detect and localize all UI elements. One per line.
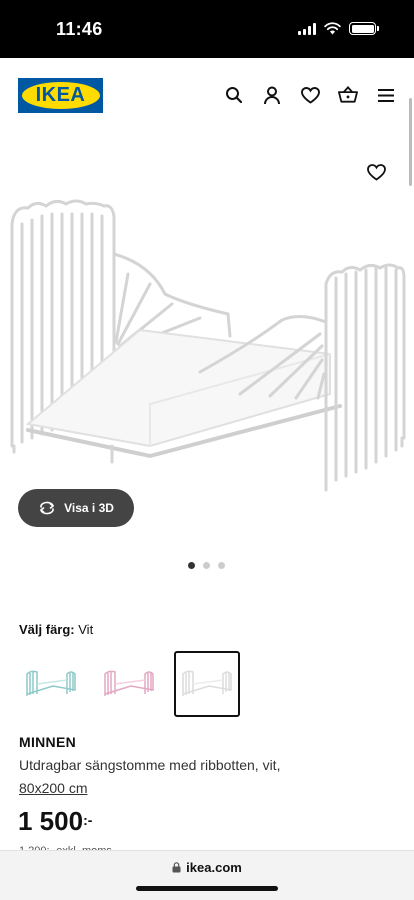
basket-icon[interactable] [338,85,358,105]
view-3d-button[interactable]: Visa i 3D [18,489,134,527]
product-size-link[interactable]: 80x200 cm [19,780,87,796]
lock-icon [172,862,181,873]
product-price: 1 500:- [18,806,92,837]
menu-icon[interactable] [376,85,396,105]
ikea-logo[interactable]: IKEA [18,78,103,113]
rotate-3d-icon [40,501,54,515]
color-label: Välj färg: Vit [19,622,93,637]
url-display[interactable]: ikea.com [0,860,414,875]
price-suffix: :- [83,812,93,828]
status-icons [298,22,379,35]
product-name: MINNEN [19,734,77,750]
home-indicator[interactable] [136,886,278,891]
favorite-heart-icon[interactable] [367,164,386,186]
browser-url-bar[interactable]: ikea.com [0,850,414,900]
bed-product-image [10,199,406,492]
search-icon[interactable] [224,85,244,105]
carousel-dot[interactable] [203,562,210,569]
wifi-icon [324,22,341,35]
signal-icon [298,22,316,35]
swatch-white[interactable] [174,651,240,717]
status-bar: 11:46 [0,0,414,58]
carousel-dots [188,562,225,569]
carousel-dot[interactable] [188,562,195,569]
status-time: 11:46 [56,19,103,39]
heart-icon[interactable] [300,85,320,105]
battery-icon [349,22,379,35]
product-description: Utdragbar sängstomme med ribbotten, vit, [19,757,281,773]
swatch-turquoise[interactable] [18,651,84,717]
color-swatches [18,651,240,717]
color-label-title: Välj färg: [19,622,75,637]
swatch-pink[interactable] [96,651,162,717]
carousel-dot[interactable] [218,562,225,569]
url-text: ikea.com [186,860,242,875]
site-header: IKEA [0,58,414,134]
price-value: 1 500 [18,806,84,836]
logo-text: IKEA [35,84,86,106]
product-image-gallery[interactable] [0,134,414,544]
account-icon[interactable] [262,85,282,105]
header-icons [224,85,396,105]
color-value: Vit [78,622,94,637]
view-3d-label: Visa i 3D [64,501,114,515]
